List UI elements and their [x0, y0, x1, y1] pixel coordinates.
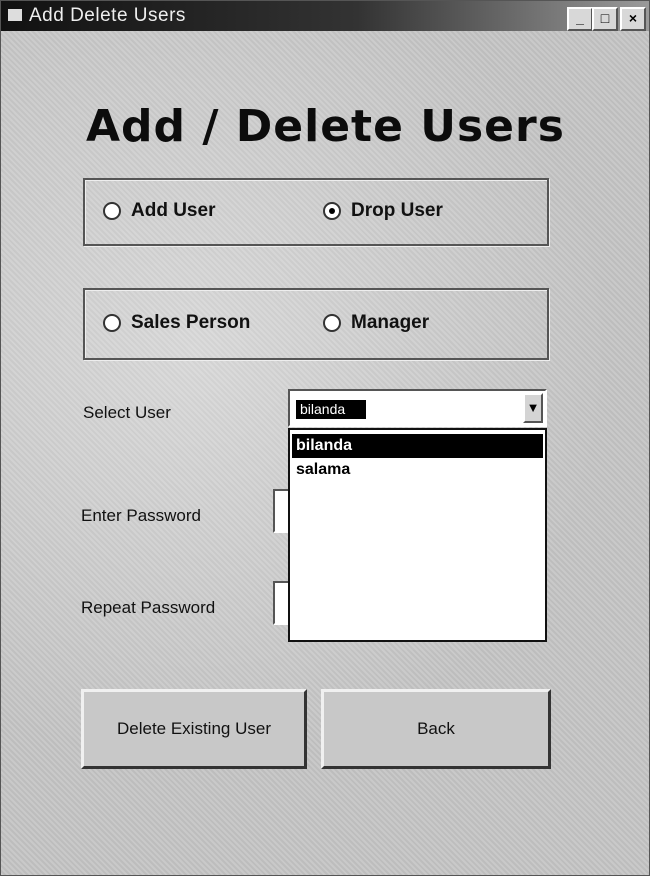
sales-person-radio[interactable]: Sales Person [103, 312, 250, 334]
maximize-button[interactable]: □ [592, 7, 618, 31]
sales-person-label: Sales Person [131, 312, 251, 333]
radio-circle [103, 201, 121, 220]
drop-user-label: Drop User [351, 200, 443, 221]
drop-user-radio[interactable]: Drop User [323, 200, 443, 222]
app-icon [8, 9, 22, 21]
radio-circle [103, 313, 121, 332]
repeat-password-label: Repeat Password [81, 598, 216, 617]
dropdown-option-bilanda[interactable]: bilanda [292, 434, 543, 458]
manager-radio[interactable]: Manager [323, 312, 429, 334]
manager-label: Manager [351, 312, 430, 333]
selected-user-value: bilanda [296, 400, 366, 419]
select-user-dropdown[interactable]: bilanda ▼ [288, 389, 547, 427]
window-title: Add Delete Users [29, 5, 186, 26]
add-delete-users-window: Add Delete Users _ □ × Add / Delete User… [0, 0, 650, 876]
close-button[interactable]: × [620, 7, 646, 31]
chevron-down-icon[interactable]: ▼ [523, 393, 543, 423]
delete-existing-user-button[interactable]: Delete Existing User [81, 689, 307, 769]
title-bar[interactable]: Add Delete Users _ □ × [1, 1, 649, 31]
role-radio-group: Sales Person Manager [83, 288, 549, 360]
page-title: Add / Delete Users [86, 101, 565, 152]
action-radio-group: Add User Drop User [83, 178, 549, 246]
dropdown-option-salama[interactable]: salama [292, 458, 543, 482]
user-dropdown-list: bilanda salama [288, 428, 547, 642]
minimize-button[interactable]: _ [567, 7, 593, 31]
add-user-radio[interactable]: Add User [103, 200, 215, 222]
enter-password-label: Enter Password [81, 506, 201, 525]
add-user-label: Add User [131, 200, 216, 221]
back-button[interactable]: Back [321, 689, 551, 769]
radio-circle [323, 313, 341, 332]
radio-circle-checked [323, 201, 341, 220]
select-user-label: Select User [83, 403, 171, 422]
